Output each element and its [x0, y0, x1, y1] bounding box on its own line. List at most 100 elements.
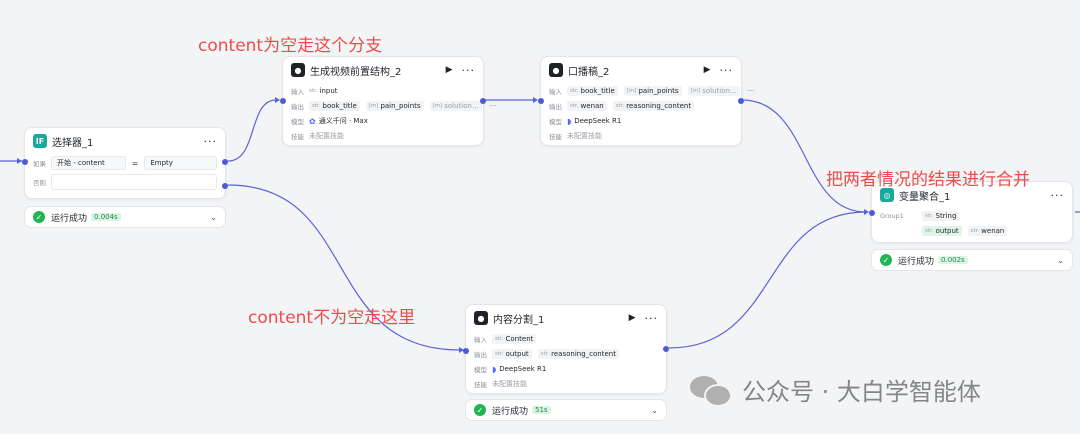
model-name: DeepSeek R1	[574, 117, 622, 125]
skill-label: 技能	[474, 381, 487, 389]
chevron-down-icon[interactable]: ⌄	[651, 406, 658, 415]
skill-value: 未配置技能	[567, 132, 602, 140]
watermark: 公众号 · 大白学智能体	[690, 372, 981, 407]
if-icon: IF	[33, 134, 47, 148]
input-port[interactable]	[538, 98, 544, 104]
more-options-button[interactable]: ···	[462, 64, 476, 77]
input-var: str. Content	[492, 334, 537, 344]
skill-label: 技能	[549, 133, 562, 141]
node-title: 内容分割_1	[493, 314, 545, 326]
edge-selector-if-to-gen	[227, 99, 277, 162]
agent-icon: ●	[474, 311, 488, 325]
else-branch-box[interactable]	[51, 174, 217, 190]
run-time-badge: 51s	[532, 406, 551, 414]
if-output-port[interactable]	[222, 159, 228, 165]
output-port[interactable]	[738, 98, 744, 104]
script-node[interactable]: ● 口播稿_2 ▶ ··· 输入 str. book_title [m] pain_…	[538, 56, 757, 146]
input-label: 输入	[474, 336, 487, 344]
model-name: DeepSeek R1	[499, 365, 547, 373]
output-var: [m] pain_points	[365, 101, 424, 111]
condition-left[interactable]: 开始 - content	[51, 156, 126, 170]
node-title: 生成视频前置结构_2	[310, 66, 402, 78]
output-var: str. reasoning_content	[612, 101, 695, 111]
skill-value: 未配置技能	[309, 132, 344, 140]
status-label: 运行成功	[51, 213, 88, 224]
qwen-model-icon: ✿	[309, 116, 316, 126]
more-options-button[interactable]: ···	[1051, 189, 1065, 202]
output-label: 输出	[549, 103, 562, 111]
input-label: 输入	[291, 88, 304, 96]
watermark-text: 公众号 · 大白学智能体	[742, 378, 981, 406]
output-label: 输出	[291, 103, 304, 111]
success-check-icon: ✓	[474, 404, 486, 416]
input-var: [m] pain_points	[623, 86, 682, 96]
input-port[interactable]	[869, 210, 875, 216]
node-title: 口播稿_2	[568, 66, 610, 78]
condition-operator[interactable]: =	[132, 159, 139, 168]
aggregate-var: str. wenan	[967, 226, 1008, 236]
selector-node[interactable]: IF 选择器_1 ··· 如果 开始 - content = Empty 否则	[22, 127, 228, 199]
more-options-button[interactable]: ···	[720, 64, 734, 77]
aggregate-status[interactable]: ✓ 运行成功 0.002s ⌄	[871, 249, 1073, 271]
output-port[interactable]	[663, 346, 669, 352]
gen-video-structure-node[interactable]: ● 生成视频前置结构_2 ▶ ··· 输入 str. input 输出 str. b…	[280, 56, 499, 146]
more-vars-button[interactable]: ···	[487, 102, 499, 110]
run-time-badge: 0.002s	[938, 256, 968, 264]
output-port[interactable]	[480, 98, 486, 104]
node-title: 选择器_1	[52, 137, 94, 149]
content-split-node[interactable]: ● 内容分割_1 ▶ ··· 输入 str. Content 输出 str. out…	[463, 304, 669, 394]
play-button[interactable]: ▶	[446, 65, 453, 75]
else-label: 否则	[33, 179, 46, 187]
annotation-not-empty-branch: content不为空走这里	[248, 308, 416, 328]
output-label: 输出	[474, 351, 487, 359]
aggregate-icon: ◎	[880, 188, 894, 202]
edge-script-to-aggregate	[741, 99, 867, 213]
deepseek-model-icon: ◗	[492, 364, 497, 374]
workflow-canvas[interactable]: IF 选择器_1 ··· 如果 开始 - content = Empty 否则 …	[0, 0, 1080, 434]
if-label: 如果	[33, 160, 46, 168]
model-name: 通义千问 · Max	[318, 117, 368, 125]
more-vars-button[interactable]: ···	[745, 87, 757, 95]
input-port[interactable]	[22, 159, 28, 165]
model-label: 模型	[549, 118, 562, 126]
input-var: str. book_title	[567, 86, 618, 96]
success-check-icon: ✓	[33, 211, 45, 223]
annotation-empty-branch: content为空走这个分支	[198, 36, 383, 56]
wechat-icon	[690, 374, 732, 407]
input-var: str. input	[309, 87, 338, 95]
variable-aggregate-node[interactable]: ◎ 变量聚合_1 ··· Group1 str. String str. outpu…	[869, 181, 1073, 243]
skill-value: 未配置技能	[492, 380, 527, 388]
status-label: 运行成功	[898, 256, 935, 267]
annotation-merge: 把两者情况的结果进行合并	[826, 170, 1030, 190]
status-label: 运行成功	[492, 406, 529, 417]
group-label: Group1	[880, 212, 904, 220]
split-status[interactable]: ✓ 运行成功 51s ⌄	[465, 399, 667, 421]
output-var: [m] solution...	[429, 101, 482, 111]
agent-icon: ●	[291, 63, 305, 77]
more-options-button[interactable]: ···	[645, 312, 659, 325]
input-port[interactable]	[463, 348, 469, 354]
model-label: 模型	[291, 118, 304, 126]
play-button[interactable]: ▶	[629, 313, 636, 323]
edge-split-to-aggregate	[668, 211, 867, 349]
input-port[interactable]	[280, 98, 286, 104]
output-var: str. book_title	[309, 101, 360, 111]
input-label: 输入	[549, 88, 562, 96]
condition-right[interactable]: Empty	[144, 156, 217, 170]
deepseek-model-icon: ◗	[567, 116, 572, 126]
else-output-port[interactable]	[222, 183, 228, 189]
model-label: 模型	[474, 366, 487, 374]
output-var: str. reasoning_content	[537, 349, 619, 359]
success-check-icon: ✓	[880, 254, 892, 266]
output-var: str. output	[492, 349, 532, 359]
skill-label: 技能	[291, 133, 304, 141]
selector-status[interactable]: ✓ 运行成功 0.004s ⌄	[24, 206, 226, 228]
more-options-button[interactable]: ···	[204, 135, 218, 148]
aggregate-var: str. output	[922, 226, 962, 236]
play-button[interactable]: ▶	[704, 65, 711, 75]
run-time-badge: 0.004s	[91, 213, 121, 221]
chevron-down-icon[interactable]: ⌄	[1057, 256, 1064, 265]
agent-icon: ●	[549, 63, 563, 77]
output-var: str. wenan	[567, 101, 607, 111]
chevron-down-icon[interactable]: ⌄	[210, 213, 217, 222]
